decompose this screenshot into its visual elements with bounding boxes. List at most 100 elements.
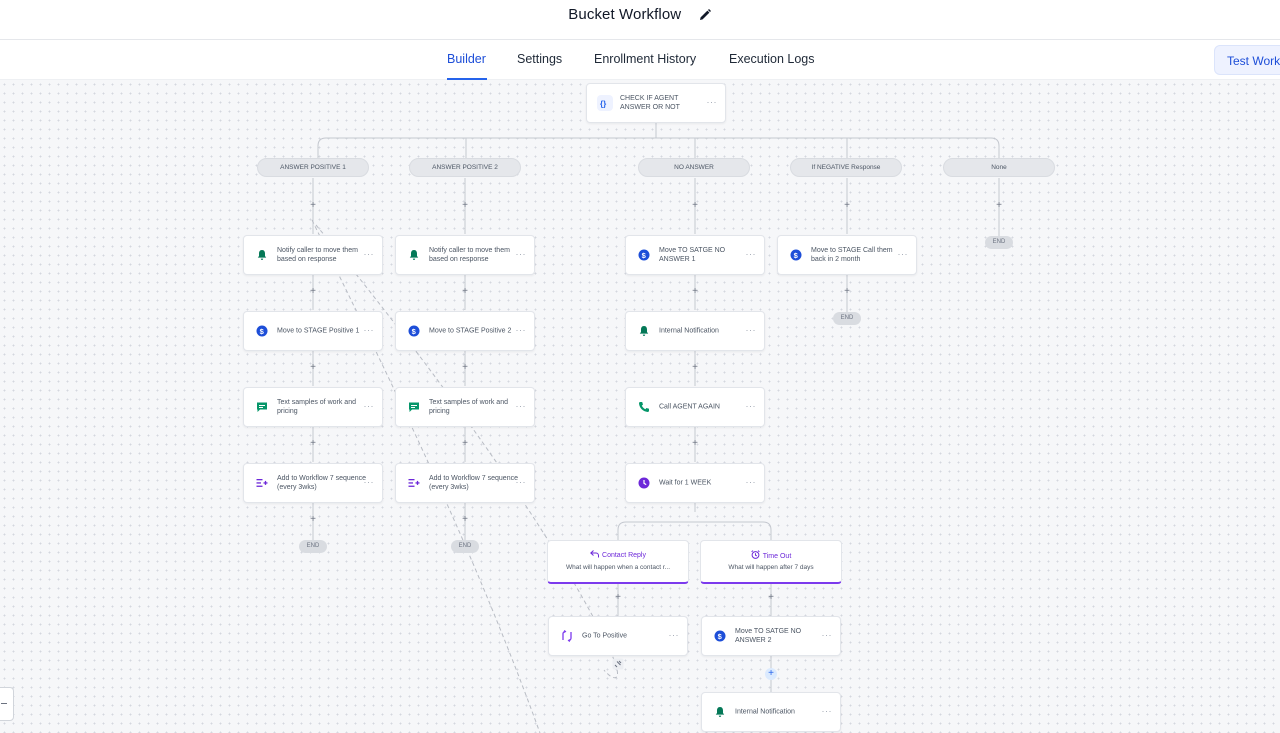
bell-icon	[712, 704, 728, 720]
test-workflow-button[interactable]: Test Workflow	[1214, 45, 1280, 75]
more-options-icon[interactable]: ···	[516, 401, 527, 411]
action-node[interactable]: Notify caller to move them based on resp…	[243, 235, 383, 275]
node-label: Notify caller to move them based on resp…	[277, 247, 358, 263]
reply-icon	[590, 550, 600, 558]
add-step-button[interactable]: +	[690, 287, 700, 297]
action-node[interactable]: Internal Notification ···	[625, 311, 765, 351]
add-step-button[interactable]: +	[308, 363, 318, 373]
node-label: Internal Notification	[659, 327, 719, 335]
tab-execution-logs[interactable]: Execution Logs	[729, 52, 814, 66]
add-step-button[interactable]: +	[613, 593, 623, 603]
node-label: Move to STAGE Positive 1	[277, 327, 360, 335]
action-node[interactable]: Call AGENT AGAIN ···	[625, 387, 765, 427]
add-step-button[interactable]: +	[994, 201, 1004, 211]
end-marker: END	[299, 540, 327, 553]
bell-icon	[406, 247, 422, 263]
add-step-button[interactable]: +	[690, 201, 700, 211]
goto-node[interactable]: Go To Positive ···	[548, 616, 688, 656]
add-step-button[interactable]: +	[690, 363, 700, 373]
node-label: Text samples of work and pricing	[277, 399, 356, 415]
dollar-icon: $	[788, 247, 804, 263]
more-options-icon[interactable]: ···	[364, 401, 375, 411]
branch-answer-positive-2[interactable]: ANSWER POSITIVE 2	[409, 158, 521, 177]
branch-description: What will happen after 7 days	[728, 564, 814, 571]
node-label: Wait for 1 WEEK	[659, 479, 712, 487]
action-node[interactable]: Text samples of work and pricing ···	[243, 387, 383, 427]
dollar-icon: $	[636, 247, 652, 263]
node-label: Notify caller to move them based on resp…	[429, 247, 510, 263]
more-options-icon[interactable]: ···	[516, 249, 527, 259]
branch-title-wrap: Time Out	[701, 550, 841, 560]
add-step-button[interactable]: +	[308, 439, 318, 449]
more-options-icon[interactable]: ···	[364, 477, 375, 487]
branch-none[interactable]: None	[943, 158, 1055, 177]
add-step-button[interactable]: +	[308, 287, 318, 297]
add-step-button[interactable]: +	[308, 201, 318, 211]
more-options-icon[interactable]: ···	[364, 249, 375, 259]
node-label: Move TO SATGE NO ANSWER 1	[659, 247, 726, 263]
add-step-button[interactable]: +	[460, 363, 470, 373]
action-node[interactable]: $ Move to STAGE Call them back in 2 mont…	[777, 235, 917, 275]
action-node[interactable]: Internal Notification ···	[701, 692, 841, 732]
add-step-button[interactable]: +	[460, 287, 470, 297]
more-options-icon[interactable]: ···	[898, 249, 909, 259]
add-step-button[interactable]: +	[308, 515, 318, 525]
action-node[interactable]: $ Move TO SATGE NO ANSWER 1 ···	[625, 235, 765, 275]
bell-icon	[254, 247, 270, 263]
tab-settings[interactable]: Settings	[517, 52, 562, 66]
more-options-icon[interactable]: ···	[516, 477, 527, 487]
more-options-icon[interactable]: ···	[746, 249, 757, 259]
dollar-icon: $	[406, 323, 422, 339]
title-wrap: Bucket Workflow	[0, 6, 1280, 24]
action-node[interactable]: Text samples of work and pricing ···	[395, 387, 535, 427]
node-label: Internal Notification	[735, 708, 795, 716]
wait-node[interactable]: Wait for 1 WEEK ···	[625, 463, 765, 503]
add-step-button[interactable]: +	[460, 515, 470, 525]
branch-title: Time Out	[762, 553, 792, 560]
more-options-icon[interactable]: ···	[822, 706, 833, 716]
root-if-else-node[interactable]: {} CHECK IF AGENT ANSWER OR NOT ···	[586, 83, 726, 123]
add-step-button[interactable]: +	[460, 201, 470, 211]
message-icon	[254, 399, 270, 415]
action-node[interactable]: $ Move TO SATGE NO ANSWER 2 ···	[701, 616, 841, 656]
add-step-button[interactable]: +	[766, 593, 776, 603]
code-braces-icon: {}	[597, 95, 613, 111]
top-bar: Bucket Workflow	[0, 0, 1280, 40]
more-options-icon[interactable]: ···	[822, 630, 833, 640]
link-icon[interactable]	[612, 658, 624, 670]
workflow-add-icon	[406, 475, 422, 491]
tab-enrollment-history[interactable]: Enrollment History	[594, 52, 696, 66]
add-step-button[interactable]: +	[842, 287, 852, 297]
add-step-button[interactable]: +	[842, 201, 852, 211]
phone-icon	[636, 399, 652, 415]
action-node[interactable]: Notify caller to move them based on resp…	[395, 235, 535, 275]
add-step-button[interactable]: +	[765, 668, 777, 680]
tab-builder[interactable]: Builder	[447, 52, 486, 66]
branch-answer-positive-1[interactable]: ANSWER POSITIVE 1	[257, 158, 369, 177]
more-options-icon[interactable]: ···	[746, 325, 757, 335]
node-label: Add to Workflow 7 sequence (every 3wks)	[277, 475, 366, 491]
more-options-icon[interactable]: ···	[516, 325, 527, 335]
more-options-icon[interactable]: ···	[746, 477, 757, 487]
more-options-icon[interactable]: ···	[746, 401, 757, 411]
action-node[interactable]: $ Move to STAGE Positive 1 ···	[243, 311, 383, 351]
time-out-branch[interactable]: Time Out What will happen after 7 days	[700, 540, 842, 584]
more-options-icon[interactable]: ···	[707, 97, 718, 107]
add-step-button[interactable]: +	[690, 439, 700, 449]
add-step-button[interactable]: +	[460, 439, 470, 449]
workflow-canvas[interactable]: {} CHECK IF AGENT ANSWER OR NOT ··· ANSW…	[0, 80, 1280, 733]
node-label: Add to Workflow 7 sequence (every 3wks)	[429, 475, 518, 491]
pencil-icon[interactable]	[698, 8, 712, 22]
action-node[interactable]: Add to Workflow 7 sequence (every 3wks) …	[395, 463, 535, 503]
action-node[interactable]: Add to Workflow 7 sequence (every 3wks) …	[243, 463, 383, 503]
branch-negative-response[interactable]: If NEGATIVE Response	[790, 158, 902, 177]
branch-no-answer[interactable]: NO ANSWER	[638, 158, 750, 177]
contact-reply-branch[interactable]: Contact Reply What will happen when a co…	[547, 540, 689, 584]
more-options-icon[interactable]: ···	[669, 630, 680, 640]
node-label: Move TO SATGE NO ANSWER 2	[735, 628, 802, 644]
node-label: Go To Positive	[582, 632, 628, 640]
zoom-control[interactable]	[0, 687, 14, 721]
action-node[interactable]: $ Move to STAGE Positive 2 ···	[395, 311, 535, 351]
more-options-icon[interactable]: ···	[364, 325, 375, 335]
clock-icon	[636, 475, 652, 491]
